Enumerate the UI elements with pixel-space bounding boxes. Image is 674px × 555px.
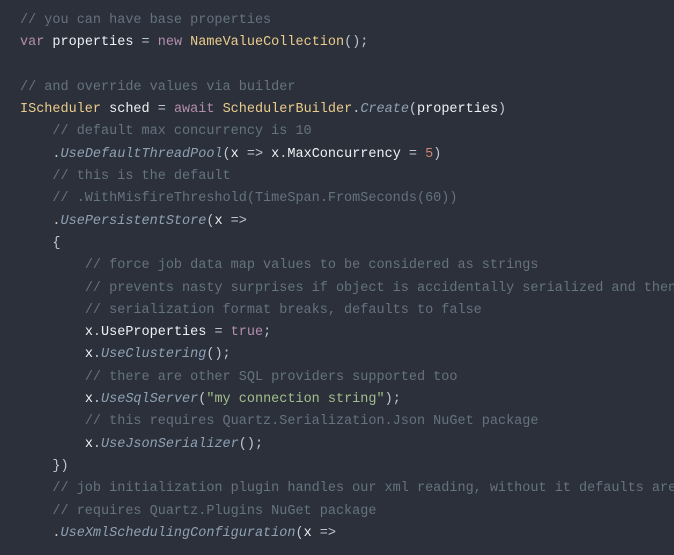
method: UseSqlServer (101, 392, 198, 407)
type: NameValueCollection (190, 35, 344, 50)
punct: ) (498, 102, 506, 117)
identifier: properties (417, 102, 498, 117)
operator: = (150, 102, 174, 117)
punct: ( (409, 102, 417, 117)
keyword: new (158, 35, 182, 50)
operator: = (206, 325, 230, 340)
identifier: properties (52, 35, 133, 50)
punct: ( (223, 147, 231, 162)
comment: // default max concurrency is 10 (52, 124, 311, 139)
comment: // there are other SQL providers support… (85, 370, 458, 385)
punct: (); (239, 437, 263, 452)
punct: . (93, 347, 101, 362)
comment: // and override values via builder (20, 80, 295, 95)
punct: . (93, 392, 101, 407)
comment: // this requires Quartz.Serialization.Js… (85, 414, 539, 429)
comment: // force job data map values to be consi… (85, 258, 539, 273)
operator: => (239, 147, 271, 162)
keyword: var (20, 35, 44, 50)
keyword: await (174, 102, 215, 117)
method: UseClustering (101, 347, 206, 362)
code-block: // you can have base properties var prop… (0, 0, 674, 555)
punct: . (93, 437, 101, 452)
identifier: x (85, 347, 93, 362)
identifier: x (231, 147, 239, 162)
type: IScheduler (20, 102, 101, 117)
punct: . (52, 214, 60, 229)
boolean: true (231, 325, 263, 340)
type: SchedulerBuilder (223, 102, 353, 117)
punct: ; (263, 325, 271, 340)
identifier: x (304, 526, 312, 541)
operator: = (401, 147, 425, 162)
brace: { (52, 236, 60, 251)
comment: // serialization format breaks, defaults… (85, 303, 482, 318)
punct: . (93, 325, 101, 340)
brace: }) (52, 459, 68, 474)
punct: . (52, 526, 60, 541)
method: UsePersistentStore (61, 214, 207, 229)
punct: (); (344, 35, 368, 50)
punct: ); (385, 392, 401, 407)
comment: // job initialization plugin handles our… (52, 481, 674, 496)
identifier: x (214, 214, 222, 229)
string: "my connection string" (206, 392, 384, 407)
comment: // .WithMisfireThreshold(TimeSpan.FromSe… (52, 191, 457, 206)
identifier: x (85, 325, 93, 340)
operator: => (223, 214, 247, 229)
comment: // you can have base properties (20, 13, 271, 28)
method: UseXmlSchedulingConfiguration (61, 526, 296, 541)
punct: (); (206, 347, 230, 362)
method: Create (360, 102, 409, 117)
comment: // prevents nasty surprises if object is… (85, 281, 674, 296)
punct: ) (433, 147, 441, 162)
operator: => (312, 526, 336, 541)
identifier: sched (109, 102, 150, 117)
punct: ( (295, 526, 303, 541)
comment: // requires Quartz.Plugins NuGet package (52, 504, 376, 519)
identifier: UseProperties (101, 325, 206, 340)
identifier: x (85, 437, 93, 452)
operator: = (133, 35, 157, 50)
identifier: MaxConcurrency (287, 147, 400, 162)
identifier: x (85, 392, 93, 407)
method: UseJsonSerializer (101, 437, 239, 452)
punct: . (52, 147, 60, 162)
method: UseDefaultThreadPool (61, 147, 223, 162)
comment: // this is the default (52, 169, 230, 184)
